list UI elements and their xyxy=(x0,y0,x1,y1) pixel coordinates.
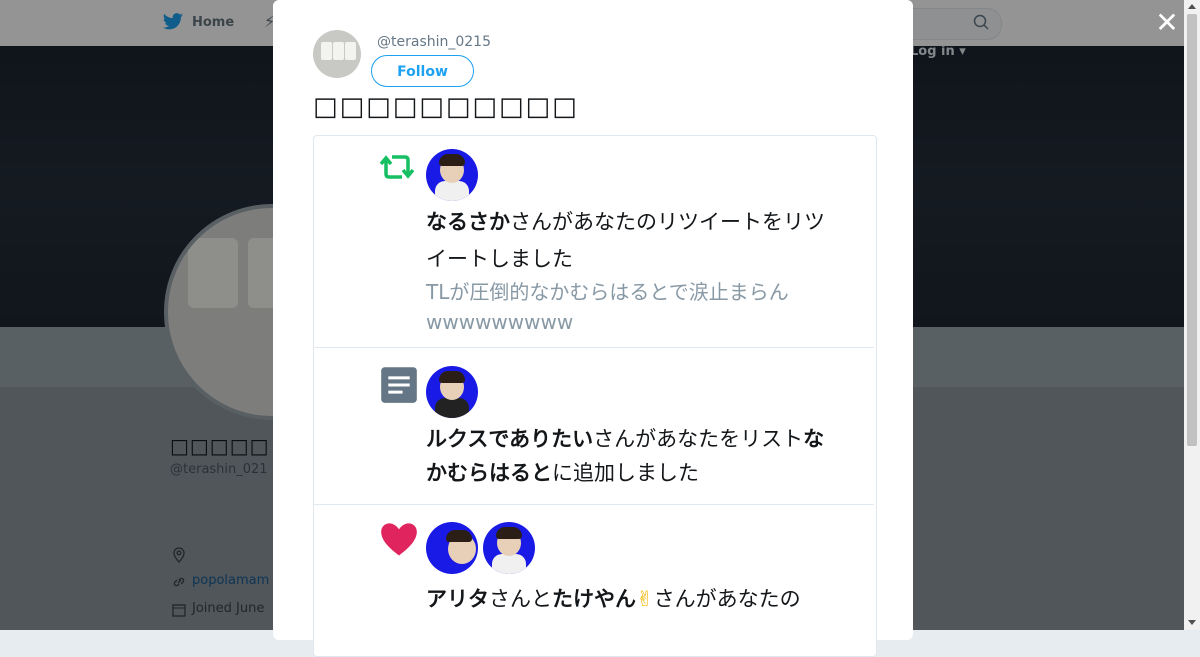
close-icon[interactable]: ✕ xyxy=(1154,9,1180,37)
list-icon xyxy=(381,367,417,403)
tweet-modal: @terashin_0215 Follow □□□□□□□□□□ なるさかさんが… xyxy=(273,0,913,657)
notification-text: アリタさんとたけやん✌さんがあなたの xyxy=(426,581,856,618)
avatar-hair xyxy=(496,527,522,539)
notification-quoted-text: TLが圧倒的なかむらはるとで涙止まらん wwwwwwwww xyxy=(426,277,856,337)
scroll-up-arrow-icon[interactable] xyxy=(1188,4,1196,9)
notification-message: さんがあなたのリツイートをリツ xyxy=(510,210,825,234)
notification-message-cont: イートしました xyxy=(426,247,573,271)
user-avatar[interactable] xyxy=(426,149,478,201)
retweet-icon xyxy=(379,155,415,179)
tweet-text: □□□□□□□□□□ xyxy=(313,92,579,122)
avatar-body xyxy=(435,398,469,418)
notification-user-2: たけやん xyxy=(552,587,636,611)
notification-item: アリタさんとたけやん✌さんがあなたの xyxy=(314,505,874,656)
notification-message: さんがあなたの xyxy=(653,587,801,611)
notification-message-cont: に追加しました xyxy=(552,461,699,485)
notification-item: なるさかさんがあなたのリツイートをリツ イートしました TLが圧倒的なかむらはる… xyxy=(314,136,874,348)
avatar-body xyxy=(492,554,526,574)
quoted-text-line-1: TLが圧倒的なかむらはるとで涙止まらん xyxy=(426,280,789,304)
notification-text: ルクスでありたいさんがあなたをリストな かむらはるとに追加しました xyxy=(426,422,856,490)
tweet-author-handle[interactable]: @terashin_0215 xyxy=(377,34,491,50)
notification-text: なるさかさんがあなたのリツイートをリツ イートしました xyxy=(426,204,856,278)
notification-conjunction: さんと xyxy=(489,587,552,611)
victory-hand-emoji: ✌ xyxy=(636,587,654,611)
avatar-hair xyxy=(439,154,465,166)
scrollbar-thumb[interactable] xyxy=(1187,14,1197,446)
quoted-text-line-2: wwwwwwwww xyxy=(426,310,574,334)
heart-icon xyxy=(381,523,417,556)
user-avatar[interactable] xyxy=(426,366,478,418)
notification-user: ルクスでありたい xyxy=(426,427,594,451)
jersey-image xyxy=(333,42,344,60)
list-name-part-2: かむらはると xyxy=(426,461,552,485)
tweet-image-card[interactable]: なるさかさんがあなたのリツイートをリツ イートしました TLが圧倒的なかむらはる… xyxy=(313,135,877,657)
list-name-part-1: な xyxy=(803,427,825,451)
avatar-hair xyxy=(439,371,465,383)
scroll-down-arrow-icon[interactable] xyxy=(1188,620,1196,625)
user-avatar[interactable] xyxy=(426,522,478,574)
jersey-image xyxy=(321,42,332,60)
avatar-hair xyxy=(446,530,472,542)
notification-user: なるさか xyxy=(426,210,510,234)
notification-user: アリタ xyxy=(426,587,489,611)
notification-message: さんがあなたをリスト xyxy=(593,427,804,451)
jersey-image xyxy=(345,42,356,60)
avatar-body xyxy=(435,181,469,201)
follow-button[interactable]: Follow xyxy=(371,55,474,87)
user-avatar[interactable] xyxy=(483,522,535,574)
tweet-author-avatar[interactable] xyxy=(313,30,361,78)
notification-item: ルクスでありたいさんがあなたをリストな かむらはるとに追加しました xyxy=(314,348,874,505)
